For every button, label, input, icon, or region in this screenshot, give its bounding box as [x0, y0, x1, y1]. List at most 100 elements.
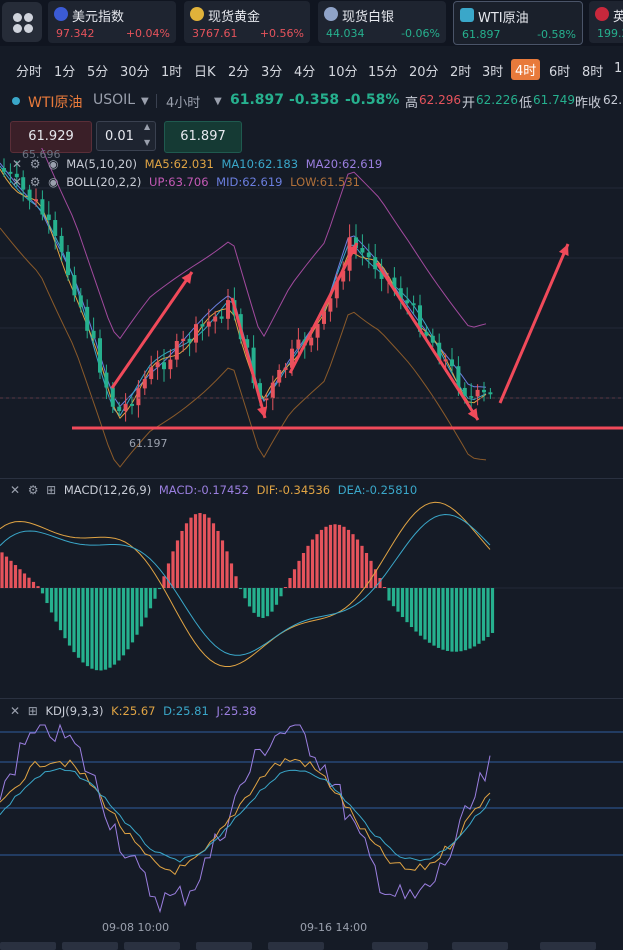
symbol-name[interactable]: WTI原油: [28, 92, 83, 112]
macd-bar: [184, 523, 189, 588]
quote-tab-silver[interactable]: 现货白银 44.034 -0.06%: [318, 1, 446, 43]
macd-bar: [414, 588, 418, 632]
caret-down-icon[interactable]: ▼: [214, 96, 222, 107]
toolbar-button[interactable]: [540, 942, 596, 950]
period-tab[interactable]: 3分: [261, 61, 282, 80]
quote-tab-gold[interactable]: 现货黄金 3767.61 +0.56%: [184, 1, 310, 43]
symbol-code[interactable]: USOIL: [93, 92, 135, 108]
toolbar-button[interactable]: [268, 942, 324, 950]
candle-body: [488, 392, 493, 395]
macd-bar: [445, 588, 450, 651]
increment-icon[interactable]: ▲: [144, 122, 150, 131]
period-tab[interactable]: 3时: [482, 61, 503, 80]
macd-bar: [108, 588, 112, 668]
period-tab[interactable]: 5分: [87, 61, 108, 80]
candle-body: [206, 321, 211, 327]
macd-bar: [112, 588, 117, 665]
close-icon[interactable]: ✕: [12, 175, 22, 189]
period-tab[interactable]: 6时: [549, 61, 570, 80]
period-tab[interactable]: 2时: [450, 61, 471, 80]
macd-bar: [225, 551, 229, 588]
macd-bar: [198, 513, 202, 588]
candle-body: [117, 406, 122, 412]
period-tab[interactable]: 1时: [161, 61, 182, 80]
period-tab[interactable]: 日K: [194, 61, 216, 80]
boll-label: BOLL(20,2,2): [66, 175, 142, 189]
macd-bar: [94, 588, 99, 671]
toolbar-button[interactable]: [196, 942, 252, 950]
period-tab[interactable]: 1: [614, 61, 622, 76]
close-icon[interactable]: ✕: [10, 704, 20, 718]
expand-icon[interactable]: ⊞: [28, 704, 38, 718]
macd-bar: [252, 588, 256, 613]
macd-bar: [387, 588, 391, 601]
price-change-pct: -0.58%: [345, 92, 400, 108]
high-label: 高: [405, 96, 419, 111]
grid-menu-icon[interactable]: [2, 2, 42, 42]
macd-bar: [364, 552, 369, 588]
macd-bar: [0, 552, 4, 588]
kdj-label: KDJ(9,3,3): [45, 704, 104, 718]
quote-tab-name: 美元指数: [72, 10, 125, 25]
settings-icon[interactable]: ⚙: [30, 175, 41, 189]
period-tab[interactable]: 20分: [409, 61, 439, 80]
macd-bar: [121, 588, 126, 656]
candle-body: [136, 388, 141, 406]
toolbar-button[interactable]: [62, 942, 118, 950]
macd-bar: [36, 586, 40, 588]
macd-bar: [126, 588, 130, 650]
toolbar-button[interactable]: [452, 942, 508, 950]
candle-body: [27, 189, 32, 201]
candlestick-chart[interactable]: [0, 148, 623, 478]
close-icon[interactable]: ✕: [10, 483, 20, 497]
interval-selector[interactable]: 4小时: [166, 92, 200, 111]
macd-bar: [99, 588, 103, 671]
caret-down-icon[interactable]: ▼: [141, 96, 149, 107]
close-icon[interactable]: ✕: [12, 157, 22, 171]
period-tab[interactable]: 30分: [120, 61, 150, 80]
period-tab[interactable]: 15分: [368, 61, 398, 80]
low-label: 低: [519, 96, 533, 111]
toolbar-button[interactable]: [0, 942, 56, 950]
visibility-icon[interactable]: ◉: [48, 157, 58, 171]
oil-icon: [460, 8, 474, 22]
quote-tab-uk[interactable]: 英 199.2: [589, 1, 623, 43]
macd-bar: [333, 524, 337, 588]
candle-body: [155, 362, 160, 368]
candle-body: [194, 324, 198, 343]
visibility-icon[interactable]: ◉: [48, 175, 58, 189]
period-tab[interactable]: 2分: [228, 61, 249, 80]
candle-body: [130, 403, 134, 406]
macd-bar: [229, 563, 234, 588]
macd-bar: [166, 563, 171, 588]
decrement-icon[interactable]: ▼: [144, 138, 150, 147]
kdj-chart[interactable]: [0, 720, 623, 920]
macd-bar: [9, 560, 13, 588]
d-value: D:25.81: [163, 704, 209, 718]
toolbar-button[interactable]: [124, 942, 180, 950]
period-tab-active[interactable]: 4时: [511, 59, 541, 80]
macd-bar: [81, 588, 85, 663]
candle-body: [78, 295, 83, 307]
period-tab[interactable]: 1分: [54, 61, 75, 80]
settings-icon[interactable]: ⚙: [28, 483, 39, 497]
macd-bar: [18, 569, 22, 588]
quote-tab-wti[interactable]: WTI原油 61.897 -0.58%: [453, 1, 583, 45]
macd-label: MACD(12,26,9): [63, 483, 152, 497]
candle-body: [405, 300, 410, 304]
quote-tab-price: 199.2: [597, 27, 623, 40]
toolbar-button[interactable]: [372, 942, 428, 950]
candle-body: [142, 379, 147, 389]
expand-icon[interactable]: ⊞: [46, 483, 56, 497]
trend-arrow-line: [288, 242, 359, 374]
period-tab[interactable]: 分时: [16, 61, 42, 80]
macd-chart[interactable]: [0, 498, 623, 698]
macd-bar: [90, 588, 94, 669]
quote-tab-usd-index[interactable]: 美元指数 97.342 +0.04%: [48, 1, 176, 43]
period-tab[interactable]: 10分: [328, 61, 358, 80]
period-tab[interactable]: 8时: [582, 61, 603, 80]
macd-bar: [427, 588, 432, 643]
period-tab[interactable]: 4分: [294, 61, 315, 80]
settings-icon[interactable]: ⚙: [30, 157, 41, 171]
macd-bar: [153, 588, 157, 599]
